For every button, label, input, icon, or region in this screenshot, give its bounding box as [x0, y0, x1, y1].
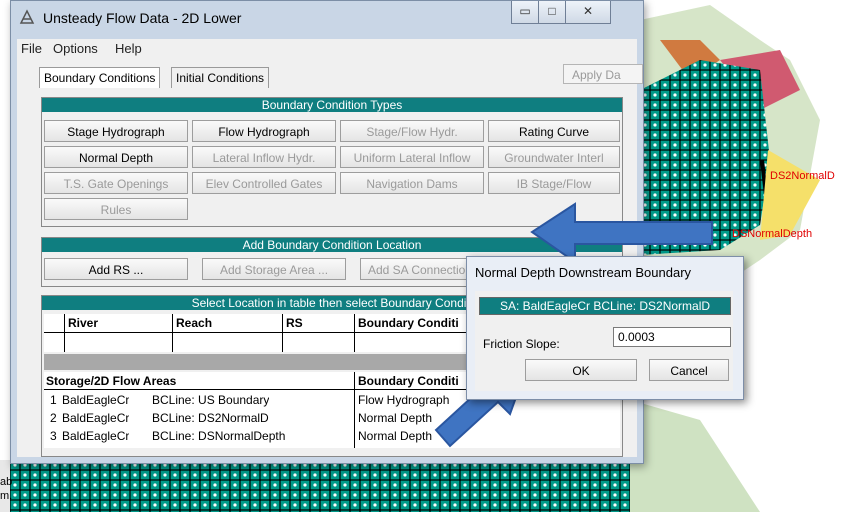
cut-text-bottom: m.: [0, 490, 13, 502]
row-bc: Normal Depth: [358, 411, 433, 425]
ds2-map-label: DS2NormalD: [770, 170, 835, 182]
add-sa-connection-button[interactable]: Add SA Connection: [360, 258, 480, 280]
cut-text-top: ab: [0, 476, 13, 488]
navigation-dams-button[interactable]: Navigation Dams: [340, 172, 484, 194]
bc-types-panel: Boundary Condition Types Stage Hydrograp…: [41, 97, 623, 227]
title-bar: Unsteady Flow Data - 2D Lower ▭ □ ✕: [11, 1, 643, 39]
ts-gate-openings-button[interactable]: T.S. Gate Openings: [44, 172, 188, 194]
elev-controlled-gates-button[interactable]: Elev Controlled Gates: [192, 172, 336, 194]
friction-slope-label: Friction Slope:: [483, 337, 560, 351]
dialog-header: SA: BaldEagleCr BCLine: DS2NormalD: [479, 297, 731, 315]
row-area: BaldEagleCr: [62, 393, 130, 407]
lateral-inflow-button[interactable]: Lateral Inflow Hydr.: [192, 146, 336, 168]
rules-button[interactable]: Rules: [44, 198, 188, 220]
rating-curve-button[interactable]: Rating Curve: [488, 120, 620, 142]
app-icon: [19, 9, 35, 24]
col-boundary-condition: Boundary Conditi: [358, 316, 459, 330]
col-river: River: [68, 316, 99, 330]
menu-file[interactable]: File: [21, 41, 42, 56]
menu-bar: File Options Help: [17, 39, 637, 59]
row-bcline: BCLine: US Boundary: [152, 393, 270, 407]
tab-initial-conditions[interactable]: Initial Conditions: [171, 67, 270, 88]
groundwater-button[interactable]: Groundwater Interl: [488, 146, 620, 168]
ib-stage-flow-button[interactable]: IB Stage/Flow: [488, 172, 620, 194]
menu-options[interactable]: Options: [53, 41, 98, 56]
flow-hydrograph-button[interactable]: Flow Hydrograph: [192, 120, 336, 142]
sa-section-label: Storage/2D Flow Areas: [46, 374, 177, 388]
normal-depth-button[interactable]: Normal Depth: [44, 146, 188, 168]
stage-hydrograph-button[interactable]: Stage Hydrograph: [44, 120, 188, 142]
apply-data-button[interactable]: Apply Da: [563, 64, 643, 84]
window-title: Unsteady Flow Data - 2D Lower: [43, 10, 242, 26]
bc-types-header: Boundary Condition Types: [42, 98, 622, 112]
dialog-title: Normal Depth Downstream Boundary: [475, 265, 692, 280]
row-area: BaldEagleCr: [62, 411, 130, 425]
menu-help[interactable]: Help: [115, 41, 142, 56]
col-reach: Reach: [176, 316, 213, 330]
row-bc: Flow Hydrograph: [358, 393, 450, 407]
maximize-icon: □: [548, 4, 556, 18]
ds-map-label: DSNormalDepth: [732, 228, 813, 240]
row-area: BaldEagleCr: [62, 429, 130, 443]
minimize-icon: ▭: [519, 4, 531, 18]
add-storage-area-button[interactable]: Add Storage Area ...: [202, 258, 346, 280]
row-bcline: BCLine: DSNormalDepth: [152, 429, 286, 443]
dialog-client: SA: BaldEagleCr BCLine: DS2NormalD Frict…: [475, 291, 733, 391]
sa-bc-col: Boundary Conditi: [358, 374, 459, 388]
row-bc: Normal Depth: [358, 429, 433, 443]
normal-depth-dialog: Normal Depth Downstream Boundary SA: Bal…: [466, 256, 744, 400]
minimize-button[interactable]: ▭: [511, 1, 539, 24]
close-icon: ✕: [582, 4, 594, 18]
table-row[interactable]: 3 BaldEagleCr BCLine: DSNormalDepth Norm…: [44, 428, 620, 446]
row-number: 2: [50, 411, 57, 425]
row-bcline: BCLine: DS2NormalD: [152, 411, 269, 425]
add-location-header: Add Boundary Condition Location: [42, 238, 622, 252]
stage-flow-hydr-button[interactable]: Stage/Flow Hydr.: [340, 120, 484, 142]
tab-boundary-conditions[interactable]: Boundary Conditions: [39, 67, 161, 88]
maximize-button[interactable]: □: [538, 1, 566, 24]
friction-slope-input[interactable]: [613, 327, 731, 347]
table-row[interactable]: 2 BaldEagleCr BCLine: DS2NormalD Normal …: [44, 410, 620, 428]
ok-button[interactable]: OK: [525, 359, 637, 381]
col-rs: RS: [286, 316, 303, 330]
cancel-button[interactable]: Cancel: [649, 359, 729, 381]
mesh-area-upper: [640, 60, 770, 255]
terrain-area: [630, 400, 760, 512]
close-button[interactable]: ✕: [565, 1, 611, 24]
add-rs-button[interactable]: Add RS ...: [44, 258, 188, 280]
row-number: 1: [50, 393, 57, 407]
row-number: 3: [50, 429, 57, 443]
uniform-lateral-inflow-button[interactable]: Uniform Lateral Inflow: [340, 146, 484, 168]
